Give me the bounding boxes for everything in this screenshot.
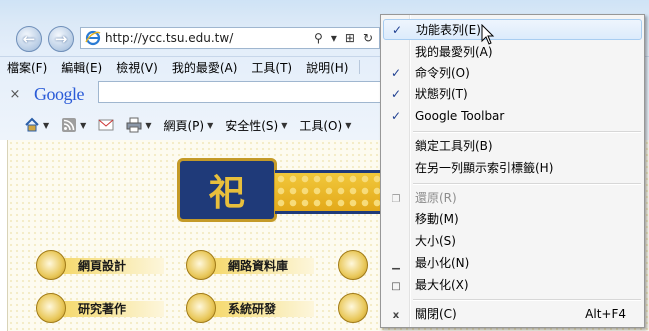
menu-help[interactable]: 說明(H) <box>299 59 355 76</box>
menu-item-restore: ❐ 還原(R) <box>383 187 642 208</box>
menu-item-label: 在另一列顯示索引標籤(H) <box>415 161 554 175</box>
tools-menu-label: 工具(O) <box>299 118 343 133</box>
ornament-icon <box>186 250 216 280</box>
menu-item-maximize[interactable]: □ 最大化(X) <box>383 274 642 295</box>
mouse-cursor-icon <box>481 24 495 45</box>
nav-web-design[interactable]: 網頁設計 <box>36 250 166 280</box>
menu-item-label: 功能表列(E) <box>416 23 481 37</box>
chevron-down-icon[interactable]: ▼ <box>145 121 151 130</box>
address-bar[interactable]: http://ycc.tsu.edu.tw/ ⚲ ▾ ⊞ ↻ <box>80 27 380 49</box>
menu-item-label: 鎖定工具列(B) <box>415 139 493 153</box>
menu-item-tabs-separate-row[interactable]: 在另一列顯示索引標籤(H) <box>383 157 642 178</box>
menu-file[interactable]: 檔案(F) <box>0 59 54 76</box>
menu-item-minimize[interactable]: ▁ 最小化(N) <box>383 252 642 273</box>
menu-item-status-bar[interactable]: ✓ 狀態列(T) <box>383 83 642 104</box>
menu-item-label: Google Toolbar <box>415 108 505 123</box>
site-banner <box>275 170 395 214</box>
google-search-input[interactable] <box>98 81 390 103</box>
toolbar-context-menu: ✓ 功能表列(E) 我的最愛列(A) ✓ 命令列(O) ✓ 狀態列(T) ✓ G… <box>380 14 645 328</box>
minimize-icon: ▁ <box>392 258 400 270</box>
logo-glyph: 祀 <box>208 172 245 214</box>
shortcut-label: Alt+F4 <box>585 306 626 321</box>
forward-button[interactable]: → <box>48 26 74 52</box>
menu-tools[interactable]: 工具(T) <box>244 59 299 76</box>
feeds-button[interactable]: ▼ <box>61 117 86 133</box>
ornament-icon <box>36 293 66 323</box>
nav-web-database[interactable]: 網路資料庫 <box>186 250 316 280</box>
google-logo: Google <box>34 83 85 104</box>
menu-item-favorites-bar[interactable]: 我的最愛列(A) <box>383 41 642 62</box>
print-icon <box>126 117 142 133</box>
nav-research[interactable]: 研究著作 <box>36 293 166 323</box>
nav-system-dev[interactable]: 系統研發 <box>186 293 316 323</box>
nav-label: 網頁設計 <box>78 259 127 273</box>
refresh-icon[interactable]: ↻ <box>363 31 373 45</box>
menu-view[interactable]: 檢視(V) <box>109 59 165 76</box>
print-button[interactable]: ▼ <box>126 117 151 133</box>
page-menu-label: 網頁(P) <box>163 118 205 133</box>
nav-label: 研究著作 <box>78 302 127 316</box>
ornament-icon <box>338 250 368 280</box>
forward-arrow-icon: → <box>54 30 68 48</box>
home-icon <box>25 117 39 132</box>
menu-item-label: 最小化(N) <box>415 256 470 270</box>
address-url: http://ycc.tsu.edu.tw/ <box>105 31 234 45</box>
restore-icon: ❐ <box>391 193 401 205</box>
menu-item-label: 關閉(C) <box>415 307 457 321</box>
nav-label: 網路資料庫 <box>228 259 289 273</box>
checkmark-icon: ✓ <box>391 22 403 37</box>
ie-page-icon <box>85 30 101 46</box>
dropdown-icon[interactable]: ▾ <box>331 31 337 45</box>
checkmark-icon: ✓ <box>390 108 402 123</box>
close-icon: x <box>392 309 400 321</box>
menu-item-size[interactable]: 大小(S) <box>383 230 642 251</box>
menu-item-command-bar[interactable]: ✓ 命令列(O) <box>383 62 642 83</box>
menu-item-close[interactable]: x 關閉(C) Alt+F4 <box>383 303 642 324</box>
menu-item-label: 大小(S) <box>415 234 456 248</box>
menu-favorites[interactable]: 我的最愛(A) <box>165 59 245 76</box>
search-icon[interactable]: ⚲ <box>314 31 323 45</box>
menu-separator <box>359 60 361 74</box>
menu-item-label: 最大化(X) <box>415 278 469 292</box>
menu-item-label: 狀態列(T) <box>415 87 468 101</box>
chevron-down-icon: ▼ <box>207 120 214 130</box>
menu-separator <box>413 183 641 185</box>
rss-feed-icon <box>62 118 77 132</box>
site-logo[interactable]: 祀 <box>177 158 277 222</box>
safety-menu-button[interactable]: 安全性(S) ▼ <box>225 117 287 134</box>
menu-edit[interactable]: 編輯(E) <box>54 59 109 76</box>
checkmark-icon: ✓ <box>390 65 402 80</box>
back-button[interactable]: ← <box>16 26 42 52</box>
menu-item-move[interactable]: 移動(M) <box>383 208 642 229</box>
home-button[interactable]: ▼ <box>24 117 49 133</box>
menu-item-label: 移動(M) <box>415 212 459 226</box>
chevron-down-icon: ▼ <box>281 120 288 130</box>
compatibility-icon[interactable]: ⊞ <box>345 31 355 45</box>
tools-menu-button[interactable]: 工具(O) ▼ <box>299 117 351 134</box>
page-menu-button[interactable]: 網頁(P) ▼ <box>163 117 213 134</box>
menu-item-lock-toolbars[interactable]: 鎖定工具列(B) <box>383 135 642 156</box>
menu-separator <box>413 131 641 133</box>
menu-item-label: 還原(R) <box>415 191 457 205</box>
menu-item-google-toolbar[interactable]: ✓ Google Toolbar <box>383 105 642 126</box>
safety-menu-label: 安全性(S) <box>225 118 279 133</box>
checkmark-icon: ✓ <box>390 86 402 101</box>
menu-separator <box>413 299 641 301</box>
chevron-down-icon[interactable]: ▼ <box>43 121 49 130</box>
maximize-icon: □ <box>391 280 401 292</box>
read-mail-button[interactable] <box>98 117 114 133</box>
menu-item-label: 命令列(O) <box>415 66 470 80</box>
close-toolbar-icon[interactable]: × <box>4 87 26 102</box>
back-arrow-icon: ← <box>22 30 36 48</box>
ornament-icon <box>186 293 216 323</box>
chevron-down-icon: ▼ <box>345 120 352 130</box>
nav-label: 系統研發 <box>228 302 277 316</box>
ornament-icon <box>36 250 66 280</box>
mail-icon <box>98 119 114 131</box>
chevron-down-icon[interactable]: ▼ <box>80 121 86 130</box>
menu-item-menu-bar[interactable]: ✓ 功能表列(E) <box>383 19 642 40</box>
ornament-icon <box>338 293 368 323</box>
